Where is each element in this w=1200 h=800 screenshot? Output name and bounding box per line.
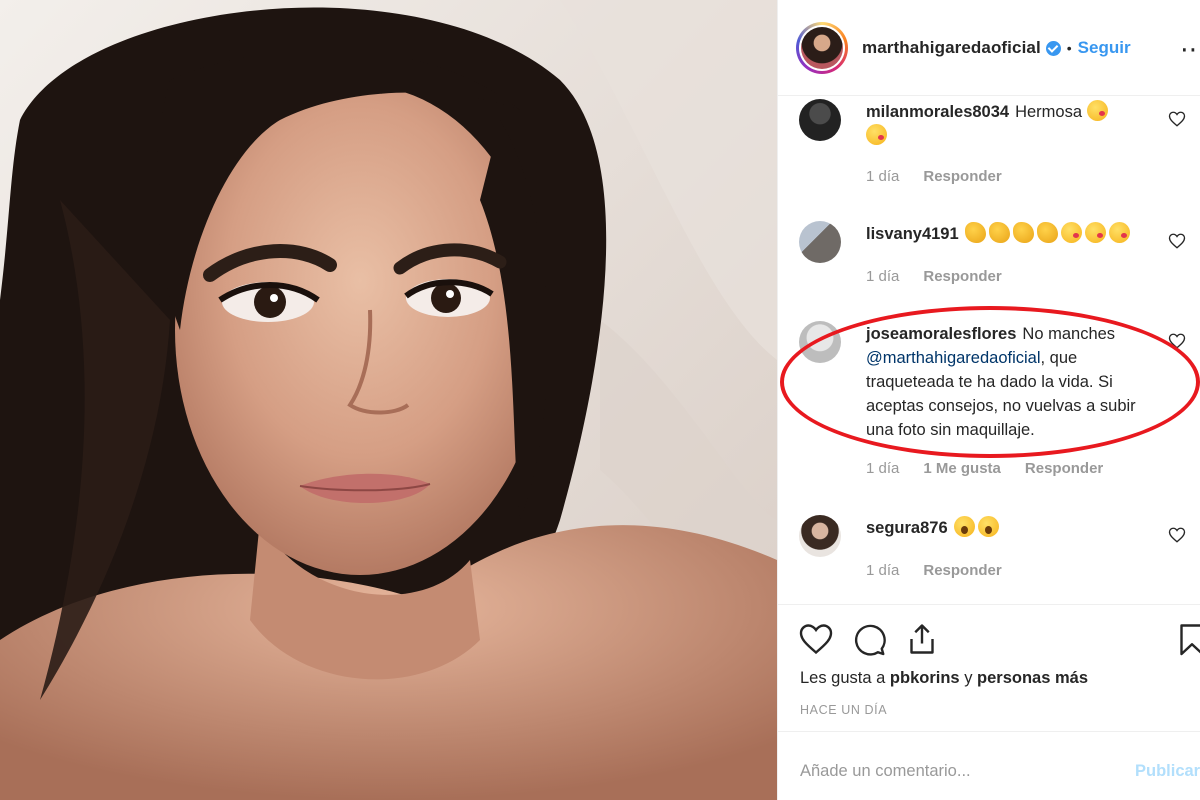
post-actions: Les gusta a pbkorins y personas más HACE…: [778, 604, 1200, 800]
clapping-hands-icon: [1036, 222, 1058, 243]
author-avatar-ring: [799, 24, 845, 71]
author-avatar[interactable]: [796, 21, 848, 74]
comment-like-count[interactable]: 1 Me gusta: [923, 460, 1001, 477]
likes-others-link[interactable]: personas más: [977, 669, 1088, 687]
likes-prefix: Les gusta a: [800, 669, 886, 687]
comment-time[interactable]: 1 día: [866, 562, 899, 579]
share-icon[interactable]: [904, 621, 940, 657]
commenter-username[interactable]: segura876: [866, 519, 948, 537]
commenter-username[interactable]: lisvany4191: [866, 225, 959, 243]
author-avatar-image: [801, 26, 843, 69]
commenter-username[interactable]: joseamoralesflores: [866, 325, 1016, 343]
kissing-face-icon: [1060, 222, 1082, 243]
comment-meta: 1 día Responder: [866, 562, 1026, 579]
reply-button[interactable]: Responder: [923, 562, 1001, 579]
commenter-avatar[interactable]: [799, 321, 841, 363]
comment-mention-link[interactable]: @marthahigaredaoficial: [866, 349, 1041, 367]
comment-text: lisvany4191: [866, 222, 1154, 246]
author-username[interactable]: marthahigaredaoficial: [862, 38, 1041, 58]
comment-meta: 1 día 1 Me gusta Responder: [866, 460, 1127, 477]
more-options-icon[interactable]: ⋯: [1180, 34, 1200, 65]
post-photo[interactable]: [0, 0, 777, 800]
header-separator: •: [1066, 39, 1072, 56]
comment-body: Hermosa: [1015, 103, 1083, 121]
clapping-hands-icon: [988, 222, 1010, 243]
publish-comment-button[interactable]: Publicar: [1135, 762, 1200, 781]
kissing-face-icon: [1108, 222, 1130, 243]
comment-like-heart-icon[interactable]: [1168, 110, 1186, 128]
likes-middle: y: [964, 669, 973, 687]
comment-meta: 1 día Responder: [866, 168, 1026, 185]
comment-meta: 1 día Responder: [866, 268, 1026, 285]
comment-like-heart-icon[interactable]: [1168, 332, 1186, 350]
comment-composer: Añade un comentario... Publicar: [778, 731, 1200, 800]
verified-badge-icon: [1045, 41, 1061, 56]
selfie-illustration: [0, 0, 777, 800]
reply-button[interactable]: Responder: [923, 168, 1001, 185]
astonished-face-icon: [953, 516, 975, 537]
comment-text: segura876: [866, 516, 1154, 540]
clapping-hands-icon: [1012, 222, 1034, 243]
like-heart-icon[interactable]: [798, 621, 834, 657]
follow-button[interactable]: Seguir: [1078, 38, 1131, 58]
likes-summary: Les gusta a pbkorins y personas más: [800, 669, 1088, 688]
comment-like-heart-icon[interactable]: [1168, 232, 1186, 250]
comment-text: joseamoralesflores No manches @marthahiga…: [866, 322, 1154, 442]
commenter-username[interactable]: milanmorales8034: [866, 103, 1009, 121]
comment-like-heart-icon[interactable]: [1168, 526, 1186, 544]
post-side-panel: marthahigaredaoficial • Seguir ⋯ milanmo…: [777, 0, 1200, 800]
reply-button[interactable]: Responder: [923, 268, 1001, 285]
reply-button[interactable]: Responder: [1025, 460, 1103, 477]
comment-bubble-icon[interactable]: [851, 621, 887, 657]
comments-list[interactable]: milanmorales8034 Hermosa 1 día Responder …: [778, 96, 1200, 604]
commenter-avatar[interactable]: [799, 515, 841, 557]
post-timestamp[interactable]: HACE UN DÍA: [800, 703, 887, 717]
comment-time[interactable]: 1 día: [866, 168, 899, 185]
comment-text: milanmorales8034 Hermosa: [866, 100, 1154, 148]
kissing-face-icon: [1086, 100, 1108, 121]
comment-body-start: No manches: [1022, 325, 1116, 343]
save-bookmark-icon[interactable]: [1174, 621, 1200, 657]
kissing-face-icon: [866, 124, 887, 145]
clapping-hands-icon: [964, 222, 986, 243]
likes-first-user[interactable]: pbkorins: [890, 669, 960, 687]
post-header: marthahigaredaoficial • Seguir ⋯: [778, 0, 1200, 96]
astonished-face-icon: [977, 516, 999, 537]
comment-input[interactable]: Añade un comentario...: [800, 762, 971, 781]
commenter-avatar[interactable]: [799, 99, 841, 141]
comment-time[interactable]: 1 día: [866, 460, 899, 477]
commenter-avatar[interactable]: [799, 221, 841, 263]
kissing-face-icon: [1084, 222, 1106, 243]
comment-time[interactable]: 1 día: [866, 268, 899, 285]
